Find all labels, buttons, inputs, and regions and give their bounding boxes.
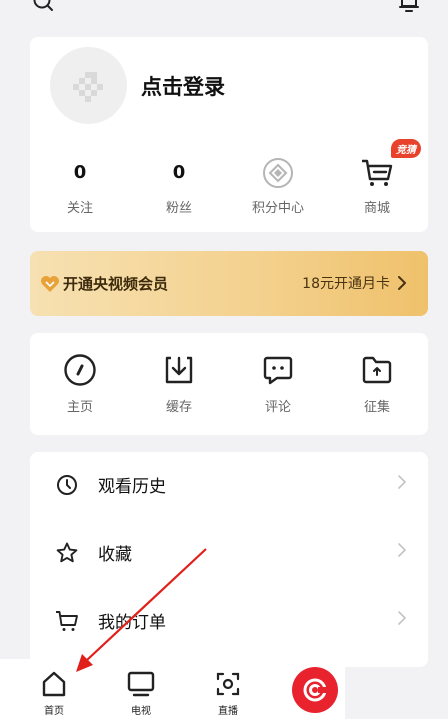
bell-icon[interactable]	[398, 0, 420, 14]
tab-home-label: 首页	[44, 706, 64, 717]
avatar[interactable]	[50, 47, 127, 124]
clock-icon	[54, 472, 80, 498]
cart-icon	[327, 157, 427, 189]
quiz-badge: 竞猜	[391, 139, 421, 158]
avatar-placeholder-icon	[72, 71, 103, 102]
homepage-label: 主页	[66, 400, 93, 415]
stat-mall[interactable]: 商城	[327, 157, 427, 216]
profile-card: 点击登录 0 关注 0 粉丝 积分中心 商城 竞猜	[30, 37, 428, 232]
star-icon	[54, 540, 80, 566]
top-bar	[0, 0, 448, 28]
quick-action-collection[interactable]: 征集	[327, 353, 427, 415]
quick-action-comments[interactable]: 评论	[228, 353, 328, 415]
login-link[interactable]: 点击登录	[141, 71, 225, 101]
homepage-compass-icon	[30, 353, 130, 387]
watch-history-label: 观看历史	[98, 477, 166, 497]
menu-item-watch-history[interactable]: 观看历史	[30, 452, 428, 517]
cctv-logo-icon	[303, 678, 327, 702]
stat-followers[interactable]: 0 粉丝	[129, 157, 229, 216]
tab-live[interactable]: 直播	[198, 669, 258, 717]
chevron-right-icon	[398, 276, 406, 290]
vip-heart-icon	[41, 275, 59, 292]
live-icon	[198, 669, 258, 699]
quick-actions-card: 主页 缓存 评论 征集	[30, 333, 428, 435]
collection-label: 征集	[363, 400, 390, 415]
tab-tv-label: 电视	[131, 706, 151, 717]
search-icon[interactable]	[32, 0, 54, 12]
vip-cta: 18元开通月卡	[302, 276, 390, 292]
tab-cctv-logo-button[interactable]	[292, 667, 338, 713]
points-icon	[228, 157, 328, 189]
favorites-label: 收藏	[98, 545, 132, 565]
vip-banner-left: 开通央视频会员	[40, 273, 168, 294]
stat-points-center[interactable]: 积分中心	[228, 157, 328, 216]
quick-action-cache[interactable]: 缓存	[129, 353, 229, 415]
tab-home[interactable]: 首页	[24, 669, 84, 717]
tv-icon	[111, 669, 171, 699]
quick-action-homepage[interactable]: 主页	[30, 353, 130, 415]
points-center-label: 积分中心	[251, 201, 304, 216]
cache-label: 缓存	[165, 400, 192, 415]
followers-count: 0	[172, 162, 186, 183]
menu-list-card: 观看历史 收藏 我的订单	[30, 452, 428, 667]
vip-banner-right: 18元开通月卡	[302, 273, 406, 293]
chevron-right-icon	[398, 611, 406, 625]
my-orders-label: 我的订单	[98, 613, 166, 633]
menu-item-favorites[interactable]: 收藏	[30, 520, 428, 585]
followers-label: 粉丝	[165, 201, 192, 216]
folder-icon	[327, 353, 427, 387]
comment-icon	[228, 353, 328, 387]
profile-stats: 0 关注 0 粉丝 积分中心 商城	[30, 157, 428, 232]
vip-title: 开通央视频会员	[63, 275, 169, 293]
menu-item-my-orders[interactable]: 我的订单	[30, 588, 428, 653]
vip-banner[interactable]: 开通央视频会员 18元开通月卡	[30, 251, 428, 316]
stat-following[interactable]: 0 关注	[30, 157, 130, 216]
tab-tv[interactable]: 电视	[111, 669, 171, 717]
tab-live-label: 直播	[218, 706, 238, 717]
cart-icon	[54, 608, 80, 634]
following-label: 关注	[66, 201, 93, 216]
chevron-right-icon	[398, 543, 406, 557]
mall-label: 商城	[363, 201, 390, 216]
home-icon	[24, 669, 84, 699]
chevron-right-icon	[398, 475, 406, 489]
following-count: 0	[73, 162, 87, 183]
download-icon	[129, 353, 229, 387]
comments-label: 评论	[264, 400, 291, 415]
